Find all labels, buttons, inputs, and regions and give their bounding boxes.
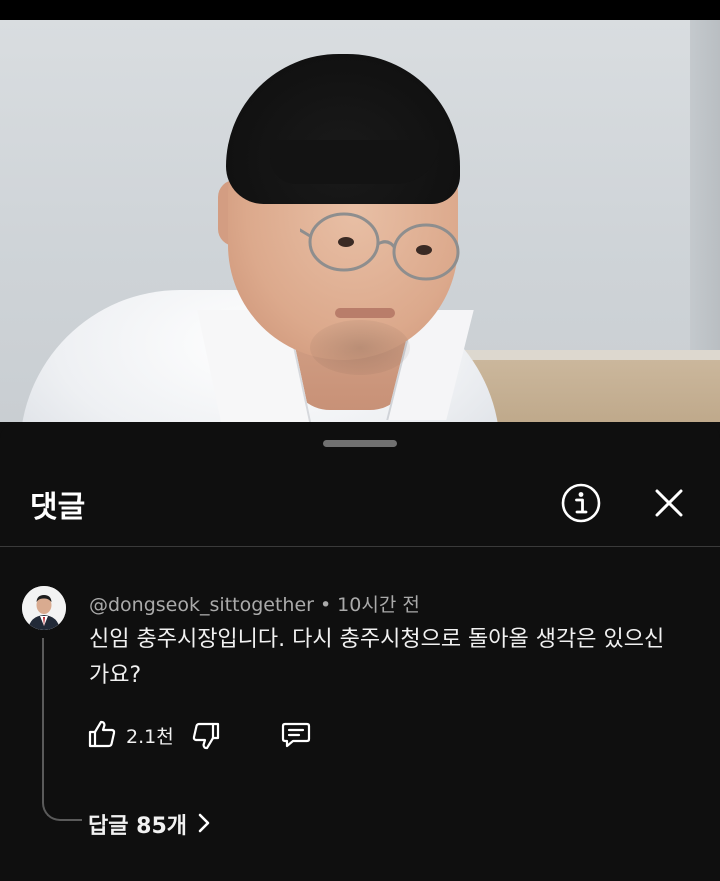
info-button[interactable] — [560, 482, 602, 524]
comment-author[interactable]: @dongseok_sittogether — [89, 594, 314, 616]
info-circle-icon — [561, 483, 601, 523]
like-button[interactable] — [86, 718, 118, 750]
comment-time: 10시간 전 — [337, 594, 420, 616]
glasses-shape — [300, 212, 460, 281]
close-button[interactable] — [650, 484, 688, 522]
avatar[interactable] — [22, 586, 66, 630]
status-bar-area — [0, 0, 720, 20]
reply-thread-line — [42, 638, 82, 821]
replies-count-label: 답글 85개 — [88, 814, 187, 839]
comment-meta: @dongseok_sittogether • 10시간 전 — [89, 590, 420, 617]
comments-sheet: 댓글 @dongseok_sittogether • 10시간 전 신임 충주시장입… — [0, 424, 720, 881]
close-icon — [655, 489, 683, 517]
header-divider — [0, 546, 720, 547]
thumbs-down-icon — [192, 722, 220, 750]
video-player[interactable] — [0, 20, 720, 422]
comment-bubble-icon — [281, 722, 311, 748]
comments-title: 댓글 — [30, 490, 86, 525]
drag-handle[interactable] — [323, 440, 397, 447]
dislike-button[interactable] — [190, 720, 222, 752]
view-replies-button[interactable]: 답글 85개 — [88, 808, 211, 840]
meta-separator: • — [319, 594, 332, 616]
reply-button[interactable] — [280, 718, 312, 750]
chevron-right-icon — [197, 813, 211, 839]
thumbs-up-icon — [88, 720, 116, 748]
avatar-person-icon — [22, 586, 66, 630]
comment-text: 신임 충주시장입니다. 다시 충주시청으로 돌아올 생각은 있으신가요? — [89, 627, 665, 688]
like-count: 2.1천 — [126, 726, 174, 748]
